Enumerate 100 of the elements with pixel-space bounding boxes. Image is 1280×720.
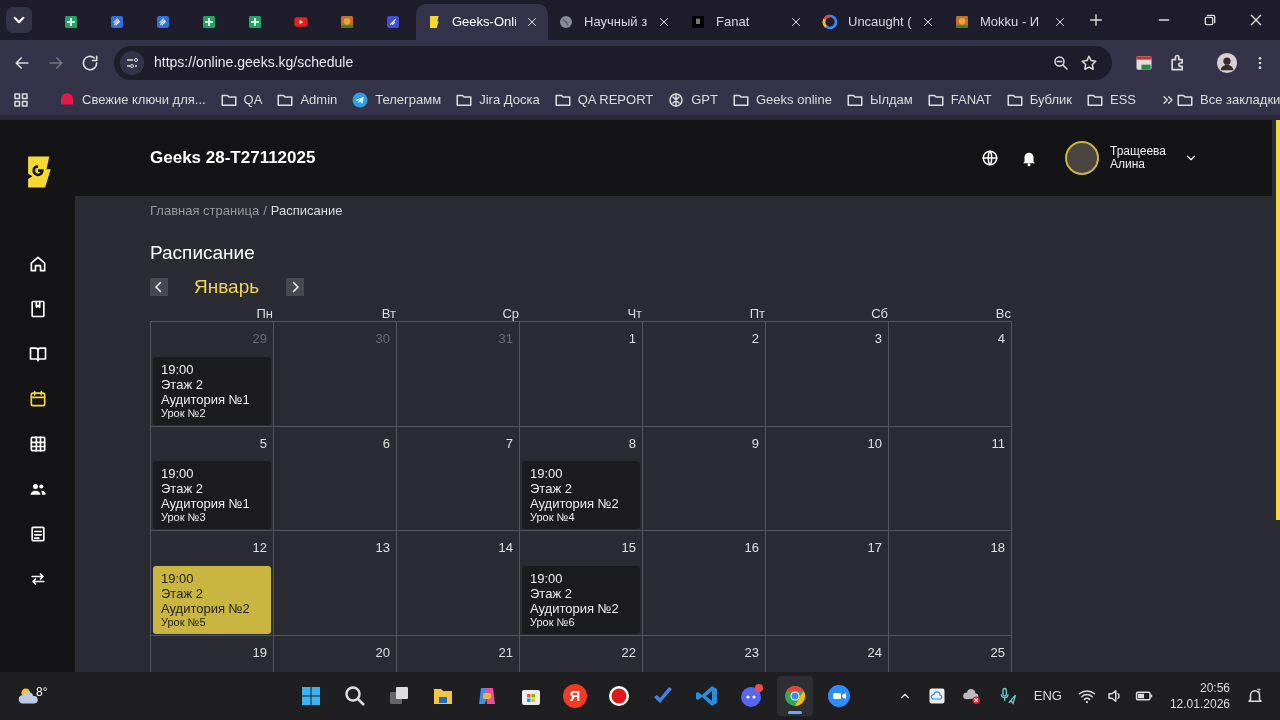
- clock-date[interactable]: 12.01.2026: [1169, 696, 1230, 712]
- bookmark[interactable]: Телеграмм: [345, 90, 448, 110]
- day-number: 29: [252, 330, 267, 348]
- day-number: 10: [867, 434, 882, 453]
- bookmark[interactable]: GPT: [661, 90, 724, 110]
- previous-month-button[interactable]: [150, 278, 168, 296]
- gamepad-bubble-icon: [739, 684, 763, 708]
- notification-bell-icon[interactable]: [1246, 687, 1264, 705]
- bookmark[interactable]: FANAT: [920, 90, 998, 110]
- user-avatar[interactable]: [1065, 141, 1099, 175]
- calendar-day[interactable]: 8 19:00 Этаж 2 Аудитория №2 Урок №4: [520, 426, 643, 531]
- url-text: https://online.geeks.kg/schedule: [154, 53, 355, 72]
- bookmark[interactable]: Admin: [270, 90, 344, 110]
- globe-icon[interactable]: [981, 149, 999, 167]
- next-month-button[interactable]: [286, 278, 305, 296]
- calendar-day[interactable]: 17: [766, 531, 889, 636]
- site-settings-icon[interactable]: [120, 50, 144, 75]
- taskbar-app[interactable]: Я: [557, 676, 593, 716]
- browser-tab[interactable]: Mokku - И: [944, 4, 1076, 40]
- weather-widget[interactable]: 8°: [16, 683, 56, 709]
- calendar-day[interactable]: 2: [643, 322, 766, 427]
- zoom-out-icon[interactable]: [1052, 53, 1070, 72]
- page-title: Расписание: [150, 241, 256, 263]
- day-number: 31: [498, 330, 513, 348]
- record-icon: [607, 684, 631, 708]
- calendar-day[interactable]: 14: [397, 531, 520, 636]
- close-icon[interactable]: [526, 16, 538, 28]
- lesson-time: 19:00: [530, 570, 564, 586]
- taskbar-app[interactable]: [777, 676, 813, 716]
- bookmark[interactable]: Geeks online: [726, 90, 838, 110]
- lesson-number: Урок №5: [161, 615, 206, 629]
- scrollbar-thumb[interactable]: [1276, 120, 1280, 520]
- apps-grid-icon[interactable]: [12, 91, 30, 109]
- day-number: 6: [382, 434, 390, 453]
- tab-title: Mokku - И: [980, 13, 1041, 32]
- lesson-card[interactable]: 19:00 Этаж 2 Аудитория №1 Урок №2: [153, 356, 271, 425]
- calendar-day[interactable]: 18: [889, 531, 1012, 636]
- close-icon[interactable]: [658, 16, 670, 28]
- close-icon[interactable]: [1054, 16, 1066, 28]
- weekday-label: Пн: [256, 306, 273, 321]
- calendar-day[interactable]: 15 19:00 Этаж 2 Аудитория №2 Урок №6: [520, 531, 643, 636]
- tab-title: Научный з: [584, 13, 648, 32]
- bookmark[interactable]: QA REPORT: [547, 90, 660, 110]
- calendar-day[interactable]: 10: [766, 426, 889, 531]
- close-icon[interactable]: [790, 16, 802, 28]
- day-number: 7: [505, 434, 513, 453]
- breadcrumb-separator: /: [263, 202, 267, 221]
- calendar-day[interactable]: 13: [274, 531, 397, 636]
- browser-tab[interactable]: Fanat: [680, 4, 812, 40]
- browser-tab[interactable]: Uncaught (: [812, 4, 944, 40]
- calendar-day[interactable]: 11: [889, 426, 1012, 531]
- cloud-error-icon[interactable]: [961, 686, 982, 706]
- cloud-icon[interactable]: [927, 687, 946, 705]
- language-indicator[interactable]: ENG: [1033, 686, 1062, 706]
- calendar-day[interactable]: 4: [889, 322, 1012, 427]
- lesson-number: Урок №4: [530, 511, 576, 524]
- calendar-day[interactable]: 29 19:00 Этаж 2 Аудитория №1 Урок №2: [151, 322, 274, 427]
- lesson-number: Урок №6: [530, 615, 575, 629]
- bookmark-label: FANAT: [950, 91, 992, 110]
- bookmark-label: Geeks online: [756, 91, 832, 110]
- new-tab-icon[interactable]: [1088, 12, 1104, 28]
- calendar-day[interactable]: 3: [766, 322, 889, 427]
- weekday-label: Чт: [627, 306, 642, 321]
- calendar-day[interactable]: 16: [643, 531, 766, 636]
- clock-time[interactable]: 20:56: [1199, 680, 1230, 696]
- play-icon: [293, 14, 309, 30]
- close-icon[interactable]: [1248, 12, 1264, 28]
- calendar-day[interactable]: 7: [397, 426, 520, 531]
- calendar-day[interactable]: 5 19:00 Этаж 2 Аудитория №1 Урок №3: [151, 426, 274, 531]
- calendar-day[interactable]: 9: [643, 426, 766, 531]
- open-book-icon[interactable]: [27, 344, 48, 364]
- bookmark-label: Телеграмм: [375, 91, 442, 110]
- star-icon[interactable]: [1080, 53, 1098, 72]
- breadcrumb-link[interactable]: Главная страница: [150, 201, 260, 221]
- lesson-card[interactable]: 19:00 Этаж 2 Аудитория №2 Урок №5: [153, 565, 271, 634]
- bookmark[interactable]: QA: [213, 90, 269, 110]
- calendar-day[interactable]: 12 19:00 Этаж 2 Аудитория №2 Урок №5: [151, 531, 274, 636]
- lesson-floor: Этаж 2: [530, 481, 573, 496]
- bookmark[interactable]: Свежие ключи для...: [52, 90, 212, 110]
- all-bookmarks[interactable]: Все закладки: [1176, 90, 1280, 110]
- lesson-card[interactable]: 19:00 Этаж 2 Аудитория №1 Урок №3: [153, 461, 271, 529]
- calendar-day[interactable]: 6: [274, 426, 397, 531]
- bookmark[interactable]: Ылдам: [839, 90, 919, 110]
- calendar-day[interactable]: 1: [520, 322, 643, 427]
- lesson-card[interactable]: 19:00 Этаж 2 Аудитория №2 Урок №6: [522, 565, 640, 634]
- bookmark[interactable]: Бублик: [999, 90, 1078, 110]
- close-icon[interactable]: [922, 16, 934, 28]
- browser-tab[interactable]: Geeks-Onli: [416, 4, 548, 40]
- temperature: 8°: [36, 684, 48, 701]
- profile-avatar-icon[interactable]: [1216, 51, 1238, 74]
- tab-search-button[interactable]: [6, 7, 32, 33]
- lesson-card[interactable]: 19:00 Этаж 2 Аудитория №2 Урок №4: [522, 461, 640, 529]
- browser-tab[interactable]: Научный з: [548, 4, 680, 40]
- bookmark[interactable]: Jira Доска: [449, 90, 546, 110]
- lesson-floor: Этаж 2: [161, 481, 204, 496]
- bookmark[interactable]: ESS: [1079, 90, 1142, 110]
- picture-icon: [954, 14, 970, 30]
- address-bar[interactable]: https://online.geeks.kg/schedule: [114, 45, 1112, 80]
- wifi-icon[interactable]: [1077, 687, 1096, 705]
- restore-icon[interactable]: [1202, 12, 1218, 28]
